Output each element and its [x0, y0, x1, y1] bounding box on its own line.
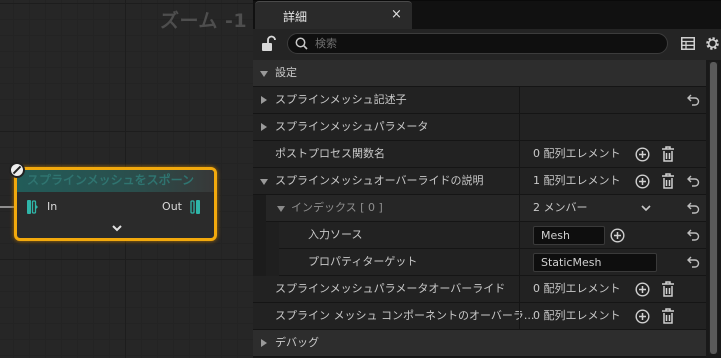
reset-icon[interactable] [687, 93, 700, 106]
property-label: プロパティターゲット [308, 255, 418, 268]
category-debug[interactable]: デバッグ [253, 330, 706, 357]
add-element-icon[interactable] [635, 147, 650, 162]
property-row-input-source[interactable]: 入力ソース Mesh [253, 222, 706, 249]
indent-guide [253, 222, 266, 249]
unlock-icon[interactable] [260, 35, 276, 53]
trash-icon[interactable] [661, 281, 675, 297]
indent-guide [253, 249, 266, 276]
column-divider[interactable] [519, 222, 520, 248]
add-element-icon[interactable] [635, 309, 650, 324]
reset-icon[interactable] [687, 201, 700, 214]
property-row-descriptor[interactable]: スプラインメッシュ記述子 [253, 87, 706, 114]
property-row-post-process[interactable]: ポストプロセス関数名 0 配列エレメント [253, 141, 706, 168]
scrollbar[interactable] [709, 62, 718, 354]
property-row-params[interactable]: スプラインメッシュパラメータ [253, 114, 706, 141]
property-value: 1 配列エレメント [533, 174, 621, 187]
details-panel: 詳細 × 設定 [253, 0, 721, 358]
gear-icon[interactable] [704, 35, 721, 52]
property-label: ポストプロセス関数名 [275, 147, 385, 160]
indent-guide [266, 249, 279, 276]
column-divider[interactable] [519, 87, 520, 113]
property-value: 0 配列エレメント [533, 309, 621, 322]
property-row-property-target[interactable]: プロパティターゲット StaticMesh [253, 249, 706, 276]
input-source-field[interactable]: Mesh [533, 226, 605, 245]
category-label: デバッグ [275, 336, 319, 349]
trash-icon[interactable] [661, 173, 675, 189]
property-label: インデックス [ 0 ] [291, 201, 383, 214]
expand-arrow-icon[interactable] [261, 123, 267, 131]
input-pin-icon[interactable] [26, 199, 38, 215]
property-label: スプラインメッシュ記述子 [275, 93, 407, 106]
tab-bar: 詳細 × [253, 0, 721, 30]
indent-guide [266, 222, 279, 249]
property-row-index-0[interactable]: インデックス [ 0 ] 2 メンバー [253, 195, 706, 222]
disabled-icon [9, 162, 25, 178]
search-input[interactable] [315, 36, 655, 51]
property-value: 0 配列エレメント [533, 147, 621, 160]
expand-arrow-icon[interactable] [261, 339, 267, 347]
category-settings[interactable]: 設定 [253, 60, 706, 87]
search-box[interactable] [287, 33, 668, 54]
column-divider[interactable] [519, 303, 520, 329]
trash-icon[interactable] [661, 308, 675, 324]
property-label: スプラインメッシュオーバーライドの説明 [275, 174, 484, 187]
zoom-label: ズーム -1 [160, 10, 248, 32]
reset-icon[interactable] [687, 174, 700, 187]
chevron-down-icon[interactable] [111, 222, 123, 234]
input-pin-label: In [47, 200, 58, 213]
expand-arrow-icon[interactable] [261, 96, 267, 104]
node-title: スプラインメッシュをスポーン [17, 170, 214, 192]
reset-icon[interactable] [687, 255, 700, 268]
property-label: スプライン メッシュ コンポーネントのオーバーラ... [275, 309, 535, 322]
collapse-arrow-icon[interactable] [277, 206, 285, 212]
spawn-spline-mesh-node[interactable]: スプラインメッシュをスポーン In Out [14, 167, 217, 241]
tab-details[interactable]: 詳細 × [255, 1, 412, 30]
details-toolbar [253, 29, 721, 60]
chevron-down-icon[interactable] [641, 204, 651, 212]
output-pin-icon[interactable] [189, 199, 201, 215]
add-element-icon[interactable] [635, 174, 650, 189]
category-label: 設定 [275, 66, 297, 79]
property-row-params-override[interactable]: スプラインメッシュパラメータオーバーライド 0 配列エレメント [253, 276, 706, 303]
property-label: 入力ソース [308, 228, 363, 241]
property-label: スプラインメッシュパラメータオーバーライド [275, 282, 506, 295]
column-divider[interactable] [519, 195, 520, 221]
property-row-override-desc[interactable]: スプラインメッシュオーバーライドの説明 1 配列エレメント [253, 168, 706, 195]
output-pin-label: Out [162, 200, 182, 213]
column-divider[interactable] [519, 249, 520, 275]
column-divider[interactable] [519, 114, 520, 140]
add-element-icon[interactable] [635, 282, 650, 297]
column-divider[interactable] [519, 168, 520, 194]
reset-icon[interactable] [687, 228, 700, 241]
graph-canvas[interactable]: ズーム -1 スプラインメッシュをスポーン In Out [0, 0, 253, 358]
property-value: 2 メンバー [533, 201, 588, 214]
property-target-field[interactable]: StaticMesh [533, 253, 657, 272]
trash-icon[interactable] [661, 146, 675, 162]
close-icon[interactable]: × [391, 7, 402, 22]
property-list: 設定 スプラインメッシュ記述子 スプラインメッシュパラメータ ポストプロセス関数… [253, 60, 706, 357]
property-row-component-override[interactable]: スプライン メッシュ コンポーネントのオーバーラ... 0 配列エレメント [253, 303, 706, 330]
table-view-icon[interactable] [681, 37, 695, 50]
collapse-arrow-icon[interactable] [260, 71, 268, 77]
column-divider[interactable] [519, 276, 520, 302]
scrollbar-thumb[interactable] [710, 62, 717, 354]
property-value: 0 配列エレメント [533, 282, 621, 295]
property-label: スプラインメッシュパラメータ [275, 120, 429, 133]
collapse-arrow-icon[interactable] [260, 179, 268, 185]
indent-guide [253, 195, 266, 222]
column-divider[interactable] [519, 141, 520, 167]
add-source-icon[interactable] [610, 228, 625, 243]
tab-title: 詳細 [283, 10, 308, 24]
search-icon [295, 37, 308, 50]
